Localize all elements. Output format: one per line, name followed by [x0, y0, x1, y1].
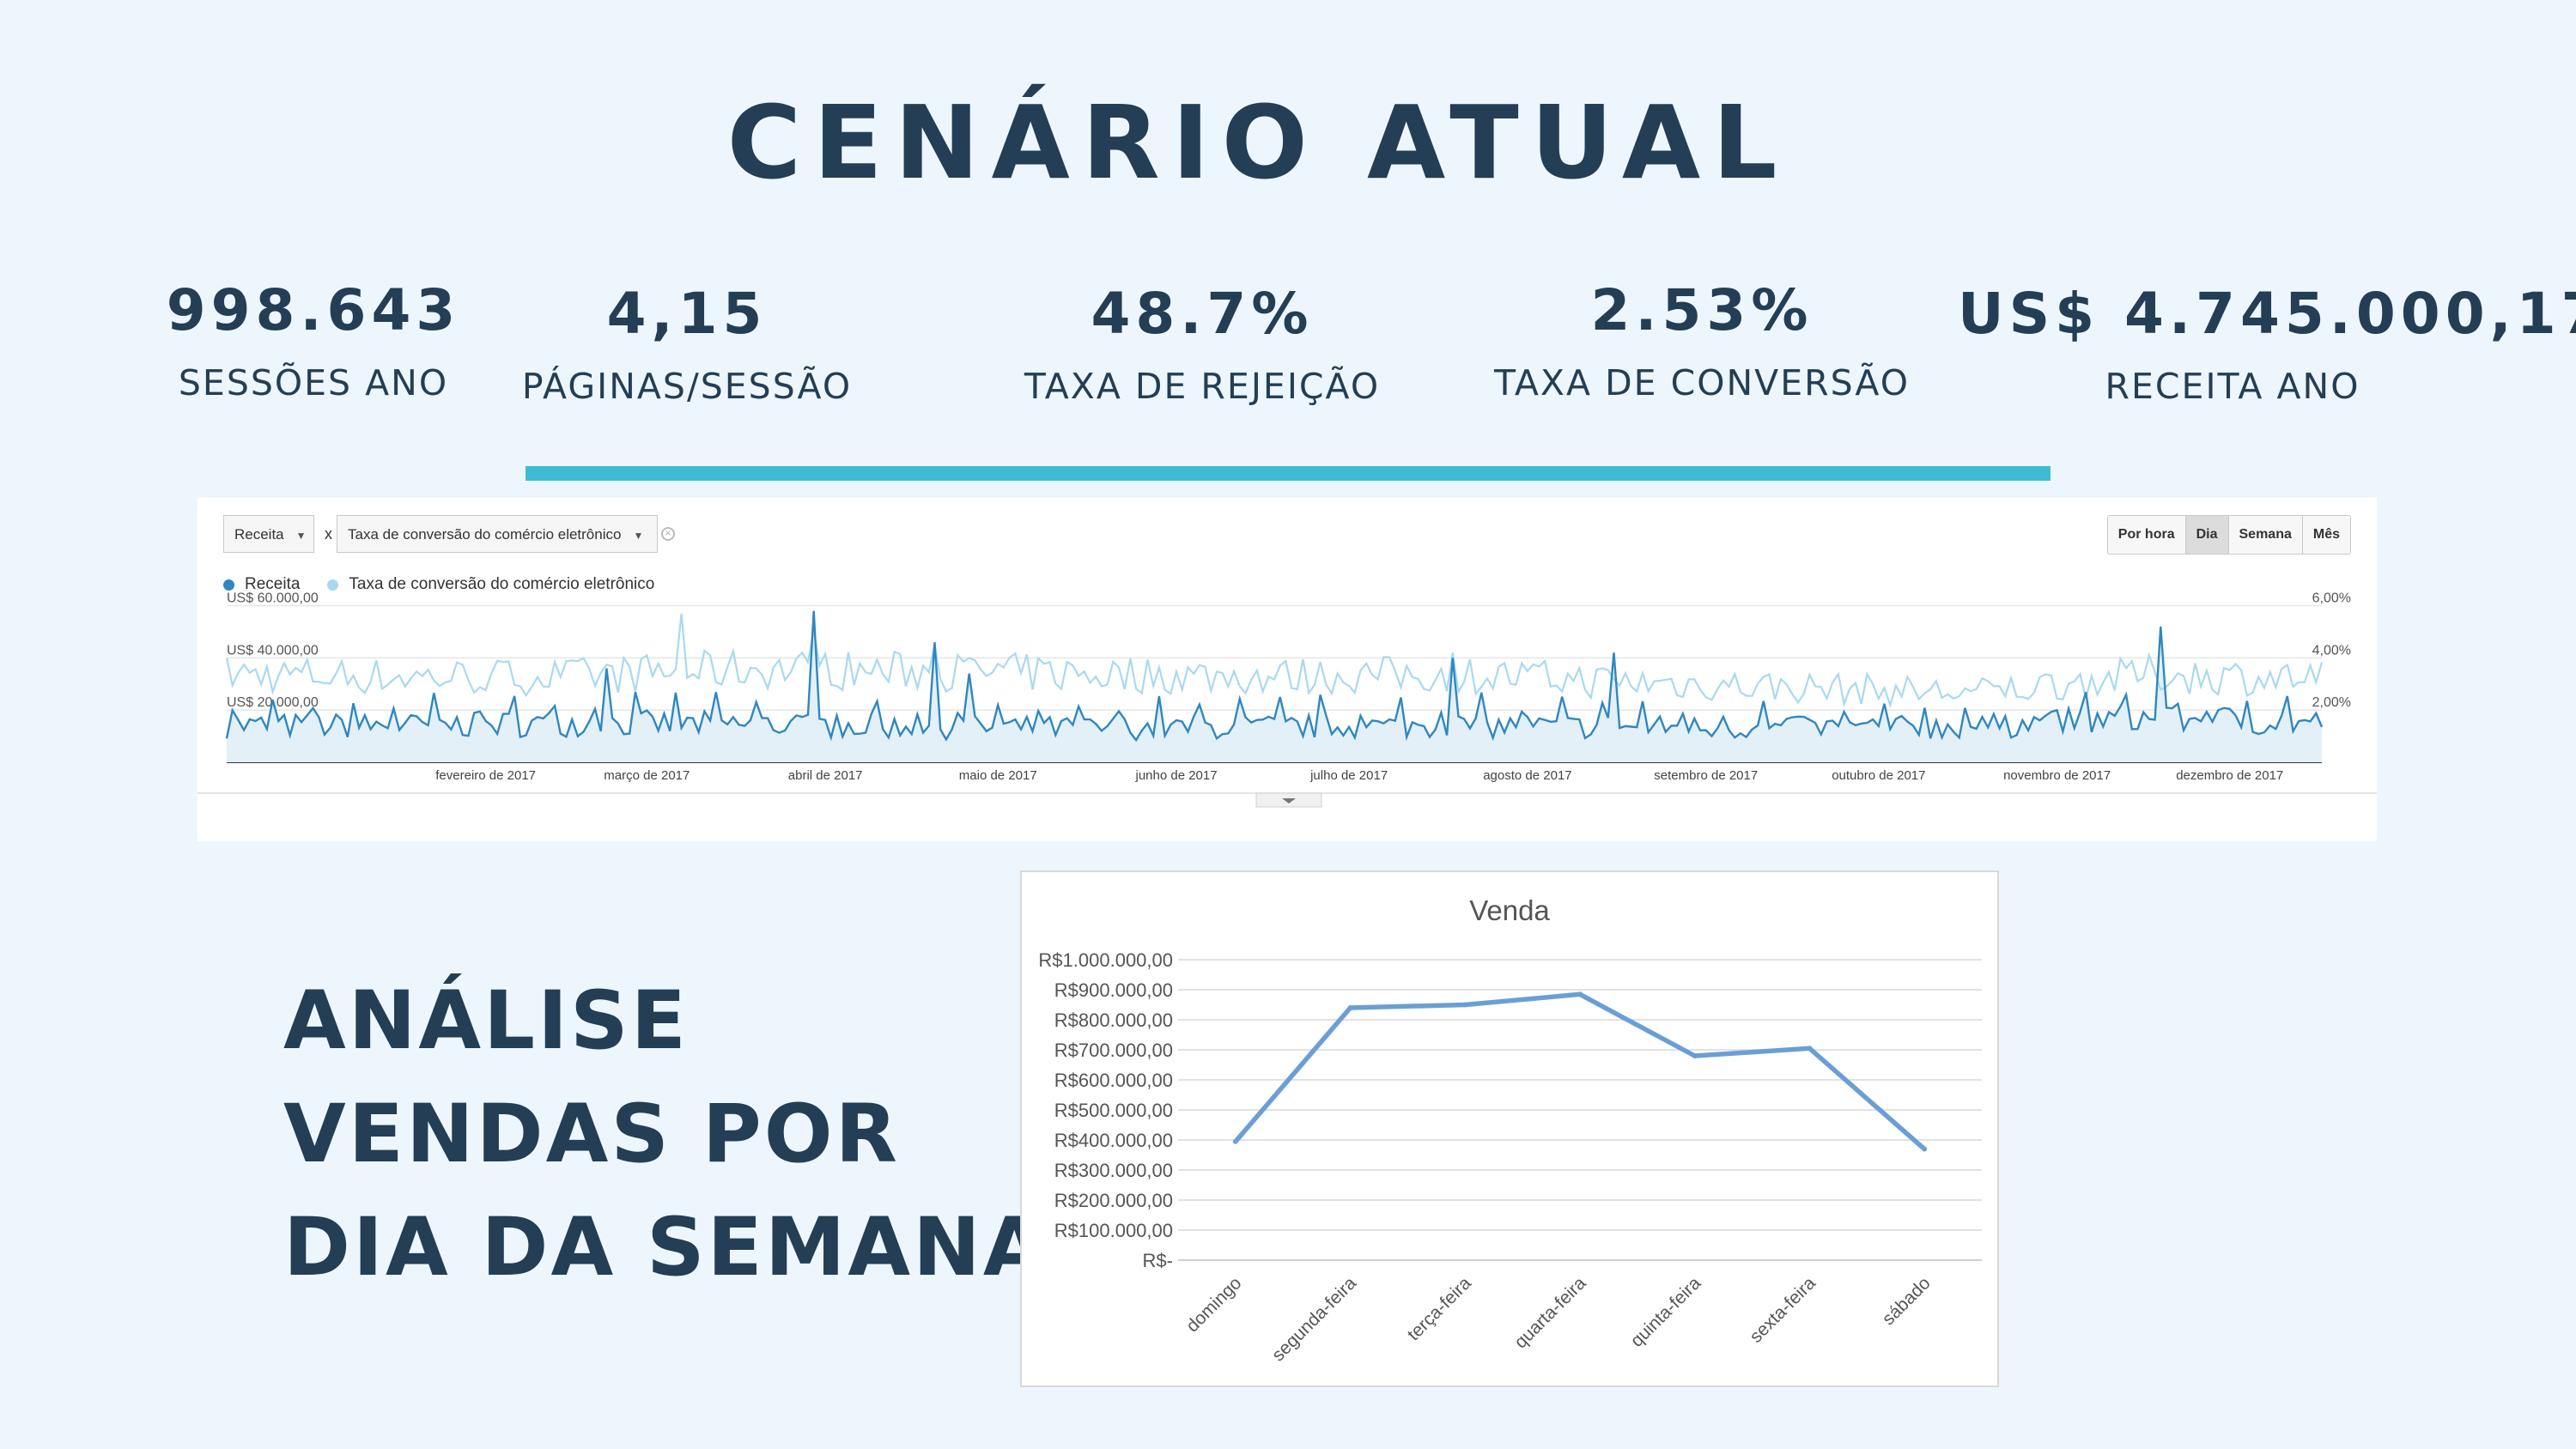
- chart-title: Venda: [1469, 894, 1550, 926]
- granularity-toggle: Por hora Dia Semana Mês: [2106, 515, 2351, 555]
- data-point: [1692, 1053, 1698, 1058]
- x-tick-label: segunda-feira: [1268, 1273, 1360, 1365]
- x-tick-label: novembro de 2017: [2003, 768, 2111, 783]
- legend-label: Receita: [245, 575, 301, 593]
- metric-label: TAXA DE CONVERSÃO: [1494, 362, 1910, 403]
- legend-dot: [327, 579, 339, 591]
- data-point: [1347, 1005, 1353, 1010]
- clear-compare-icon[interactable]: ×: [661, 527, 675, 541]
- x-tick-label: julho de 2017: [1309, 768, 1388, 783]
- chevron-down-icon: ▼: [633, 530, 644, 542]
- x-tick-label: sexta-feira: [1746, 1273, 1820, 1347]
- compare-select[interactable]: Taxa de conversão do comércio eletrônico…: [337, 515, 658, 553]
- metric-value: 2.53%: [1590, 277, 1814, 343]
- y-tick-label: R$-: [1143, 1250, 1173, 1271]
- y-tick-label: R$200.000,00: [1054, 1190, 1173, 1211]
- y-right-tick-label: 4,00%: [2312, 643, 2351, 658]
- y-tick-label: R$400.000,00: [1054, 1130, 1173, 1151]
- analysis-heading-line: DIA DA SEMANA: [283, 1201, 1048, 1294]
- compare-select-label: Taxa de conversão do comércio eletrônico: [348, 526, 622, 543]
- metric-value: 48.7%: [1091, 281, 1314, 347]
- data-point: [1807, 1046, 1813, 1052]
- venda-line-chart: Venda R$1.000.000,00 R$900.000,00 R$800.000…: [1038, 894, 1982, 1365]
- metric-label: PÁGINAS/SESSÃO: [521, 366, 853, 407]
- legend-dot: [223, 579, 234, 591]
- metric-taxa-rejeicao: 48.7% TAXA DE REJEIÇÃO: [927, 280, 1477, 409]
- y-tick-label: R$800.000,00: [1054, 1009, 1173, 1031]
- x-tick-label: sábado: [1879, 1273, 1935, 1329]
- metric-value: US$ 4.745.000,17: [1958, 281, 2576, 347]
- granularity-dia[interactable]: Dia: [2184, 516, 2228, 554]
- data-point: [1577, 991, 1583, 997]
- y-left-tick-label: US$ 40.000,00: [227, 643, 319, 658]
- data-point: [1232, 1138, 1238, 1144]
- x-tick-label: dezembro de 2017: [2176, 768, 2283, 783]
- granularity-semana[interactable]: Semana: [2227, 516, 2302, 554]
- legend-item-receita[interactable]: Receita: [223, 575, 300, 594]
- metric-value: 4,15: [606, 281, 768, 347]
- x-tick-label: outubro de 2017: [1832, 768, 1925, 783]
- metric-paginas-sessao: 4,15 PÁGINAS/SESSÃO: [412, 280, 962, 409]
- x-tick-label: domingo: [1182, 1273, 1245, 1336]
- x-tick-label: terça-feira: [1404, 1273, 1475, 1344]
- analysis-heading-line: ANÁLISE: [283, 974, 689, 1068]
- legend-label: Taxa de conversão do comércio eletrônico: [349, 575, 655, 593]
- data-point: [1462, 1002, 1468, 1008]
- x-tick-label: abril de 2017: [788, 768, 863, 783]
- y-right-tick-label: 2,00%: [2312, 695, 2351, 710]
- granularity-por-hora[interactable]: Por hora: [2107, 516, 2185, 554]
- metric-label: TAXA DE REJEIÇÃO: [1024, 366, 1381, 407]
- analytics-timeseries-chart: US$ 60.000,006,00%US$ 40.000,004,00%US$ …: [197, 592, 2377, 808]
- analytics-panel: Receita ▼ x Taxa de conversão do comércio…: [197, 498, 2377, 841]
- y-tick-label: R$1.000.000,00: [1038, 949, 1173, 971]
- metric-select[interactable]: Receita ▼: [223, 515, 314, 553]
- metric-receita-ano: US$ 4.745.000,17 RECEITA ANO: [1958, 280, 2576, 409]
- series-line-venda: [1233, 991, 1927, 1152]
- metric-taxa-conversao: 2.53% TAXA DE CONVERSÃO: [1427, 276, 1977, 405]
- analysis-heading: ANÁLISE VENDAS POR DIA DA SEMANA: [283, 965, 1048, 1305]
- chart-legend: Receita Taxa de conversão do comércio el…: [223, 575, 682, 594]
- analysis-heading-line: VENDAS POR: [283, 1088, 901, 1181]
- compare-symbol: x: [325, 525, 332, 543]
- x-tick-label: fevereiro de 2017: [435, 768, 536, 783]
- legend-item-taxa[interactable]: Taxa de conversão do comércio eletrônico: [327, 575, 654, 594]
- x-tick-label: agosto de 2017: [1483, 768, 1571, 783]
- venda-chart-panel: Venda R$1.000.000,00 R$900.000,00 R$800.000…: [1020, 870, 1999, 1387]
- y-tick-label: R$700.000,00: [1054, 1040, 1173, 1061]
- metric-label: RECEITA ANO: [2105, 366, 2360, 407]
- x-tick-label: junho de 2017: [1134, 768, 1217, 783]
- x-tick-label: março de 2017: [604, 768, 690, 783]
- granularity-mes[interactable]: Mês: [2301, 516, 2350, 554]
- x-tick-label: setembro de 2017: [1654, 768, 1758, 783]
- data-point: [1922, 1146, 1928, 1152]
- x-tick-label: quarta-feira: [1510, 1273, 1589, 1352]
- y-tick-label: R$900.000,00: [1054, 979, 1173, 1001]
- y-tick-label: R$300.000,00: [1054, 1160, 1173, 1181]
- y-left-tick-label: US$ 60.000,00: [227, 592, 319, 606]
- y-right-tick-label: 6,00%: [2312, 592, 2351, 606]
- series-line-taxa-conversao: [225, 613, 2324, 709]
- chevron-down-icon: ▼: [295, 530, 307, 542]
- metric-select-label: Receita: [234, 526, 284, 543]
- page-title: CENÁRIO ATUAL: [726, 83, 1789, 202]
- x-tick-label: maio de 2017: [959, 768, 1037, 783]
- x-tick-label: quinta-feira: [1627, 1273, 1705, 1351]
- accent-divider: [526, 466, 2050, 481]
- y-tick-label: R$600.000,00: [1054, 1070, 1173, 1091]
- y-tick-label: R$100.000,00: [1054, 1220, 1173, 1241]
- y-tick-label: R$500.000,00: [1054, 1100, 1173, 1121]
